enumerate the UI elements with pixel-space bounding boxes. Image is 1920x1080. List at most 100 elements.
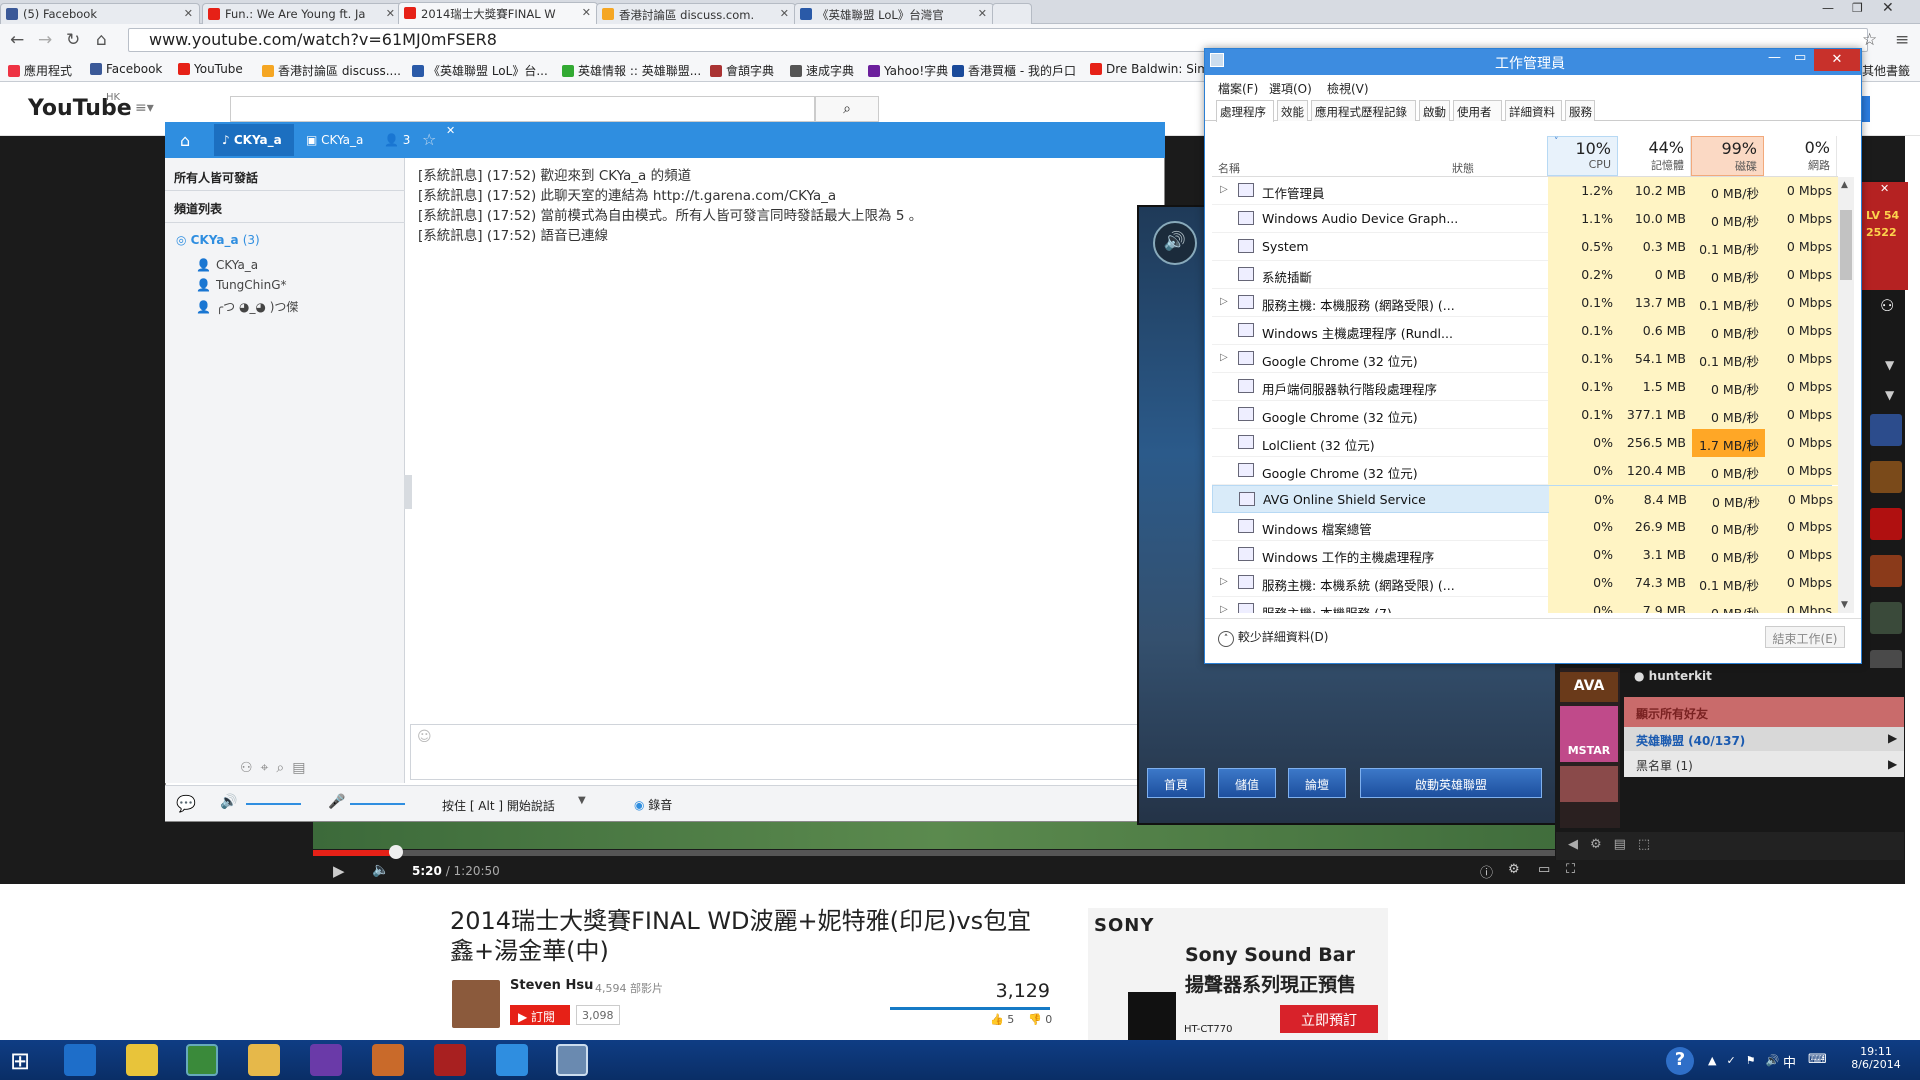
- tm-tab[interactable]: 效能: [1277, 100, 1308, 121]
- home-icon[interactable]: ⌂: [96, 30, 107, 50]
- add-friend-icon[interactable]: ⚇: [1880, 296, 1894, 315]
- close-window-button[interactable]: ✕: [1882, 0, 1894, 18]
- progress-knob[interactable]: [388, 845, 403, 859]
- process-row[interactable]: ▷ Google Chrome (32 位元) 0.1% 54.1 MB 0.1 MB/…: [1212, 345, 1838, 373]
- push-to-talk-label[interactable]: 按住 [ Alt ] 開始說話: [442, 797, 555, 814]
- expand-chevron-icon[interactable]: ▷: [1220, 184, 1228, 195]
- ie-icon[interactable]: [64, 1044, 96, 1076]
- progress-bar[interactable]: [313, 850, 1563, 856]
- ime-indicator[interactable]: 中: [1783, 1052, 1796, 1071]
- process-row[interactable]: Windows 主機處理程序 (Rundl... 0.1% 0.6 MB 0 MB/秒…: [1212, 317, 1838, 345]
- tm-tab[interactable]: 詳細資料: [1505, 100, 1562, 121]
- process-row[interactable]: LolClient (32 位元) 0% 256.5 MB 1.7 MB/秒 0 Mbp…: [1212, 429, 1838, 457]
- lol-icon[interactable]: [434, 1044, 466, 1076]
- subscribe-button[interactable]: ▶ 訂閱: [510, 1005, 570, 1025]
- channel-name[interactable]: Steven Hsu: [510, 978, 593, 993]
- scrollbar-thumb[interactable]: [1840, 210, 1852, 280]
- chevron-down-icon[interactable]: ▼: [1885, 388, 1894, 402]
- col-memory-header[interactable]: 44% 記憶體: [1618, 136, 1691, 176]
- channel-member[interactable]: 👤 ╭つ ◕_◕ )つ傑: [196, 298, 298, 315]
- tab-close-icon[interactable]: ✕: [582, 6, 591, 19]
- file-explorer-icon[interactable]: [248, 1044, 280, 1076]
- volume-icon[interactable]: 🔈: [372, 862, 389, 878]
- fullscreen-icon[interactable]: ⛶: [1566, 862, 1575, 877]
- process-row[interactable]: ▷ 工作管理員 1.2% 10.2 MB 0 MB/秒 0 Mbps: [1212, 177, 1838, 205]
- process-row[interactable]: ▷ 服務主機: 本機系統 (網路受限) (... 0% 74.3 MB 0.1 MB/秒…: [1212, 569, 1838, 597]
- process-row[interactable]: Windows 工作的主機處理程序 0% 3.1 MB 0 MB/秒 0 Mbps: [1212, 541, 1838, 569]
- forward-icon[interactable]: →: [38, 30, 52, 50]
- process-row[interactable]: Windows Audio Device Graph... 1.1% 10.0 MB…: [1212, 205, 1838, 233]
- menu-icon[interactable]: ≡: [1895, 30, 1909, 50]
- record-button[interactable]: ◉ 錄音: [634, 796, 672, 813]
- tm-tab[interactable]: 處理程序: [1216, 100, 1274, 122]
- channel-list-header[interactable]: 頻道列表: [174, 200, 222, 217]
- tab-close-icon[interactable]: ✕: [386, 7, 395, 20]
- garena-tab-room[interactable]: ▣ CKYa_a: [306, 133, 363, 147]
- dislike-button[interactable]: 👎 0: [1028, 1013, 1052, 1026]
- chrome-icon[interactable]: [186, 1044, 218, 1076]
- col-cpu-header[interactable]: ˅ 10% CPU: [1547, 136, 1618, 176]
- like-button[interactable]: 👍 5: [990, 1013, 1014, 1026]
- browser-tab[interactable]: Fun.: We Are Young ft. Ja ✕: [202, 3, 402, 24]
- process-list[interactable]: ▷ 工作管理員 1.2% 10.2 MB 0 MB/秒 0 Mbps Windows Aud…: [1212, 177, 1838, 613]
- bookmark-item[interactable]: 會頡字典: [710, 62, 774, 79]
- process-row[interactable]: Google Chrome (32 位元) 0.1% 377.1 MB 0 MB/秒 0…: [1212, 401, 1838, 429]
- tray-icons[interactable]: ▲✓⚑🔊: [1708, 1054, 1789, 1067]
- process-row[interactable]: 系統插斷 0.2% 0 MB 0 MB/秒 0 Mbps: [1212, 261, 1838, 289]
- reload-icon[interactable]: ↻: [66, 30, 80, 50]
- process-row[interactable]: ▷ 服務主機: 本機服務 (7) 0%7.9 MB0 MB/秒0 Mbps: [1212, 597, 1838, 613]
- bookmark-item[interactable]: 應用程式: [8, 62, 72, 79]
- emoji-icon[interactable]: ☺: [417, 729, 432, 745]
- tm-maximize-button[interactable]: ▭: [1794, 50, 1806, 65]
- bookmark-item[interactable]: Facebook: [90, 62, 162, 76]
- play-icon[interactable]: ▶: [333, 862, 345, 880]
- mic-volume-slider[interactable]: [350, 803, 405, 805]
- bookmark-item[interactable]: 英雄情報 :: 英雄聯盟...: [562, 62, 701, 79]
- tm-close-button[interactable]: ✕: [1814, 49, 1860, 71]
- tm-menu-item[interactable]: 檢視(V): [1327, 80, 1369, 97]
- process-row[interactable]: Windows 檔案總管 0% 26.9 MB 0 MB/秒 0 Mbps: [1212, 513, 1838, 541]
- clock[interactable]: 19:11 8/6/2014: [1836, 1045, 1916, 1071]
- tab-close-icon[interactable]: ✕: [780, 7, 789, 20]
- theater-icon[interactable]: ▭: [1538, 862, 1550, 877]
- keyboard-icon[interactable]: ⌨: [1808, 1052, 1827, 1067]
- channel-member[interactable]: 👤 TungChinG*: [196, 278, 287, 292]
- garena-tab-channel[interactable]: ♪ CKYa_a: [214, 124, 294, 156]
- garena-tab-users[interactable]: 👤 3: [384, 133, 410, 147]
- sidebar-collapse-handle[interactable]: [404, 475, 412, 509]
- chevron-right-icon[interactable]: ▶: [1888, 757, 1897, 771]
- ad-cta-button[interactable]: 立即預訂: [1280, 1005, 1378, 1033]
- col-name-header[interactable]: 名稱: [1218, 160, 1240, 176]
- ptt-dropdown-icon[interactable]: ▼: [578, 795, 586, 806]
- scroll-up-icon[interactable]: ▲: [1841, 180, 1848, 190]
- help-icon[interactable]: ?: [1666, 1047, 1694, 1075]
- chat-input[interactable]: ☺: [410, 724, 1160, 780]
- speaker-icon[interactable]: 🔊: [220, 794, 237, 810]
- chat-bubble-icon[interactable]: 💬: [176, 794, 196, 813]
- favorite-star-icon[interactable]: ☆: [422, 130, 436, 149]
- channel-item[interactable]: ◎ CKYa_a (3): [176, 233, 260, 247]
- chevron-right-icon[interactable]: ▶: [1888, 731, 1897, 745]
- bookmark-item[interactable]: 香港討論區 discuss....: [262, 62, 401, 79]
- lol-nav-button[interactable]: 首頁: [1147, 768, 1205, 798]
- channel-avatar[interactable]: [452, 980, 500, 1028]
- fewer-details-button[interactable]: ˄ 較少詳細資料(D): [1218, 628, 1328, 647]
- tab-close-icon[interactable]: ✕: [978, 7, 987, 20]
- speak-mode-header[interactable]: 所有人皆可發話: [174, 169, 258, 186]
- close-tab-icon[interactable]: ✕: [446, 124, 455, 137]
- new-tab-button[interactable]: [992, 3, 1032, 24]
- chevron-down-icon[interactable]: ▼: [1885, 358, 1894, 372]
- friends-close-icon[interactable]: ✕: [1880, 182, 1889, 195]
- qq-icon[interactable]: [126, 1044, 158, 1076]
- speaker-volume-slider[interactable]: [246, 803, 301, 805]
- friend-avatar[interactable]: [1870, 508, 1902, 540]
- tm-tab[interactable]: 使用者: [1453, 100, 1502, 121]
- search-icon[interactable]: ⌕: [815, 96, 879, 122]
- bookmark-item[interactable]: 速成字典: [790, 62, 854, 79]
- friend-avatar[interactable]: [1870, 414, 1902, 446]
- friend-avatar[interactable]: [1870, 555, 1902, 587]
- process-row[interactable]: Google Chrome (32 位元) 0% 120.4 MB 0 MB/秒 0 M…: [1212, 457, 1838, 485]
- annotations-icon[interactable]: ⓘ: [1480, 862, 1493, 881]
- end-task-button[interactable]: 結束工作(E): [1765, 626, 1845, 648]
- tm-menu-item[interactable]: 檔案(F): [1218, 80, 1258, 97]
